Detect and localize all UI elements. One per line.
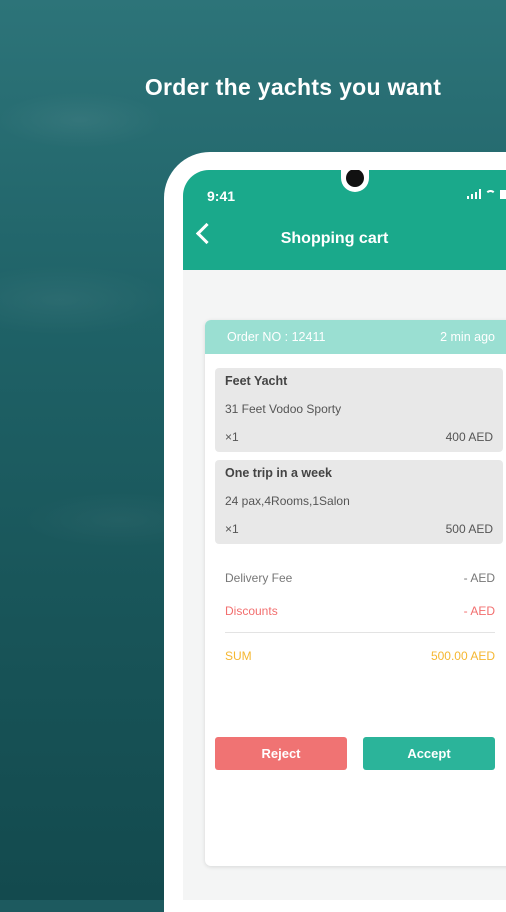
cart-item: One trip in a week 24 pax,4Rooms,1Salon … [215, 460, 503, 544]
sum-row: SUM 500.00 AED [225, 649, 495, 663]
discounts-value: - AED [464, 604, 495, 618]
delivery-fee-row: Delivery Fee - AED [225, 571, 495, 585]
item-name: Feet Yacht [225, 374, 287, 388]
status-time: 9:41 [207, 188, 235, 204]
delivery-fee-label: Delivery Fee [225, 571, 292, 585]
cart-item: Feet Yacht 31 Feet Vodoo Sporty ×1 400 A… [215, 368, 503, 452]
phone-screen: 9:41 Shopping cart Order NO : 12411 2 mi… [183, 170, 506, 900]
item-quantity: ×1 [225, 430, 239, 444]
divider [225, 632, 495, 633]
sum-label: SUM [225, 649, 252, 663]
order-header: Order NO : 12411 2 min ago [205, 320, 506, 354]
item-price: 400 AED [446, 430, 493, 444]
item-quantity: ×1 [225, 522, 239, 536]
battery-icon [500, 190, 506, 199]
order-card: Order NO : 12411 2 min ago Feet Yacht 31… [205, 320, 506, 866]
order-time: 2 min ago [440, 330, 495, 344]
discounts-row: Discounts - AED [225, 604, 495, 618]
signal-icon [467, 189, 482, 199]
delivery-fee-value: - AED [464, 571, 495, 585]
reject-button[interactable]: Reject [215, 737, 347, 770]
order-number: Order NO : 12411 [227, 330, 325, 344]
wifi-icon [485, 190, 496, 198]
item-price: 500 AED [446, 522, 493, 536]
item-description: 24 pax,4Rooms,1Salon [225, 494, 350, 508]
promo-headline: Order the yachts you want [0, 74, 506, 101]
discounts-label: Discounts [225, 604, 278, 618]
status-icons [467, 189, 506, 199]
item-description: 31 Feet Vodoo Sporty [225, 402, 341, 416]
page-title: Shopping cart [183, 230, 506, 248]
sum-value: 500.00 AED [431, 649, 495, 663]
accept-button[interactable]: Accept [363, 737, 495, 770]
item-name: One trip in a week [225, 466, 332, 480]
